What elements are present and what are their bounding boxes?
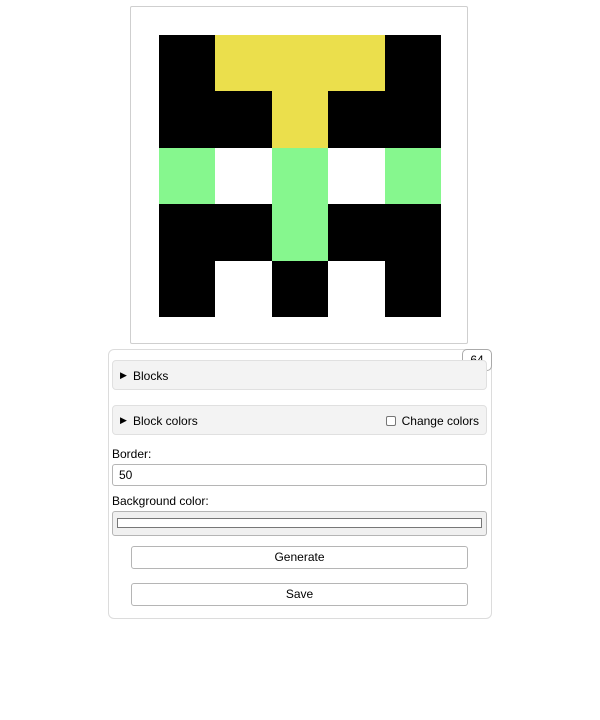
- pattern-block: [159, 148, 215, 204]
- preview-canvas: [130, 6, 468, 344]
- pattern-block: [272, 91, 328, 148]
- background-color-label: Background color:: [112, 494, 209, 508]
- pattern-block: [272, 204, 328, 261]
- generate-button[interactable]: Generate: [131, 546, 468, 569]
- save-button[interactable]: Save: [131, 583, 468, 606]
- pattern-block: [328, 91, 385, 148]
- pattern-block: [159, 91, 215, 148]
- pattern-block: [215, 35, 272, 91]
- pattern-block: [328, 148, 385, 204]
- expand-arrow-icon: ▶: [120, 370, 127, 380]
- block-colors-section-label: Block colors: [133, 414, 198, 428]
- pattern-block: [385, 204, 441, 261]
- pattern-block: [328, 35, 385, 91]
- border-input[interactable]: 50: [112, 464, 487, 486]
- pattern-block: [328, 204, 385, 261]
- background-color-swatch: [117, 518, 482, 528]
- pattern-block: [385, 35, 441, 91]
- pattern-block: [159, 35, 215, 91]
- pattern-grid: [159, 35, 441, 317]
- controls-panel: 64 ▶ Blocks ▶ Block colors Change colors…: [108, 349, 492, 619]
- pattern-block: [215, 148, 272, 204]
- block-colors-section-toggle[interactable]: ▶ Block colors Change colors: [112, 405, 487, 435]
- pattern-block: [215, 261, 272, 317]
- expand-arrow-icon: ▶: [120, 415, 127, 425]
- pattern-block: [385, 148, 441, 204]
- background-color-picker[interactable]: [112, 511, 487, 536]
- pattern-block: [272, 261, 328, 317]
- pattern-block: [328, 261, 385, 317]
- change-colors-toggle[interactable]: Change colors: [386, 414, 479, 428]
- change-colors-label: Change colors: [401, 414, 479, 428]
- border-label: Border:: [112, 447, 152, 461]
- pattern-block: [159, 204, 215, 261]
- blocks-section-label: Blocks: [133, 369, 169, 383]
- pattern-block: [215, 91, 272, 148]
- change-colors-checkbox[interactable]: [386, 416, 397, 426]
- pattern-block: [385, 91, 441, 148]
- pattern-block: [159, 261, 215, 317]
- pattern-block: [272, 35, 328, 91]
- pattern-block: [272, 148, 328, 204]
- pattern-block: [385, 261, 441, 317]
- blocks-section-toggle[interactable]: ▶ Blocks: [112, 360, 487, 390]
- pattern-block: [215, 204, 272, 261]
